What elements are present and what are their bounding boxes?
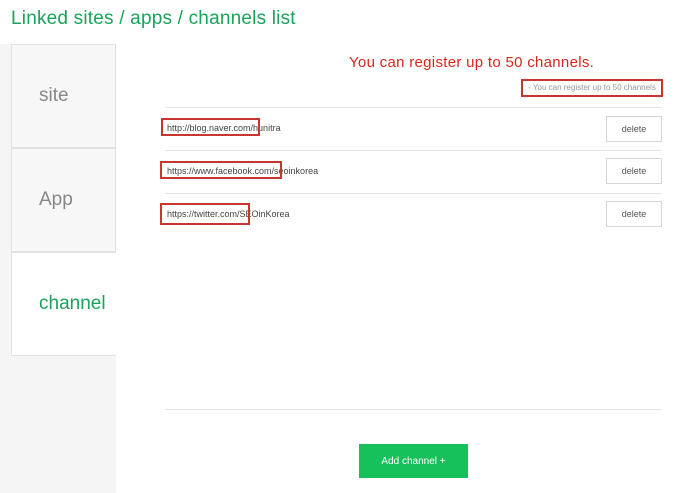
top-bar: Linked sites / apps / channels list — [0, 0, 696, 44]
channel-panel: You can register up to 50 channels. - Yo… — [116, 44, 696, 493]
url-highlight-box — [160, 203, 250, 225]
sidebar-item-app[interactable]: App — [11, 148, 116, 252]
channel-row: http://blog.naver.com/hunitra delete — [161, 107, 662, 150]
sidebar-item-label: channel — [39, 293, 106, 314]
channel-row: https://www.facebook.com/seoinkorea dele… — [160, 150, 662, 193]
page-title: Linked sites / apps / channels list — [11, 8, 296, 29]
sidebar-item-channel[interactable]: channel — [11, 252, 116, 356]
sidebar-item-label: site — [39, 85, 69, 106]
main-frame: site App channel You can register up to … — [0, 44, 696, 493]
delete-button[interactable]: delete — [606, 201, 662, 227]
sidebar-item-site[interactable]: site — [11, 44, 116, 148]
divider — [165, 409, 662, 410]
channel-limit-note: - You can register up to 50 channels — [521, 79, 663, 97]
sidebar-item-label: App — [39, 189, 73, 210]
sidebar: site App channel — [11, 44, 116, 493]
delete-button[interactable]: delete — [606, 116, 662, 142]
delete-button[interactable]: delete — [606, 158, 662, 184]
channel-row: https://twitter.com/SEOinKorea delete — [160, 193, 662, 236]
url-highlight-box — [160, 161, 282, 179]
url-highlight-box — [161, 118, 260, 136]
channel-limit-annotation: You can register up to 50 channels. — [349, 54, 595, 71]
add-channel-button[interactable]: Add channel + — [359, 444, 468, 478]
